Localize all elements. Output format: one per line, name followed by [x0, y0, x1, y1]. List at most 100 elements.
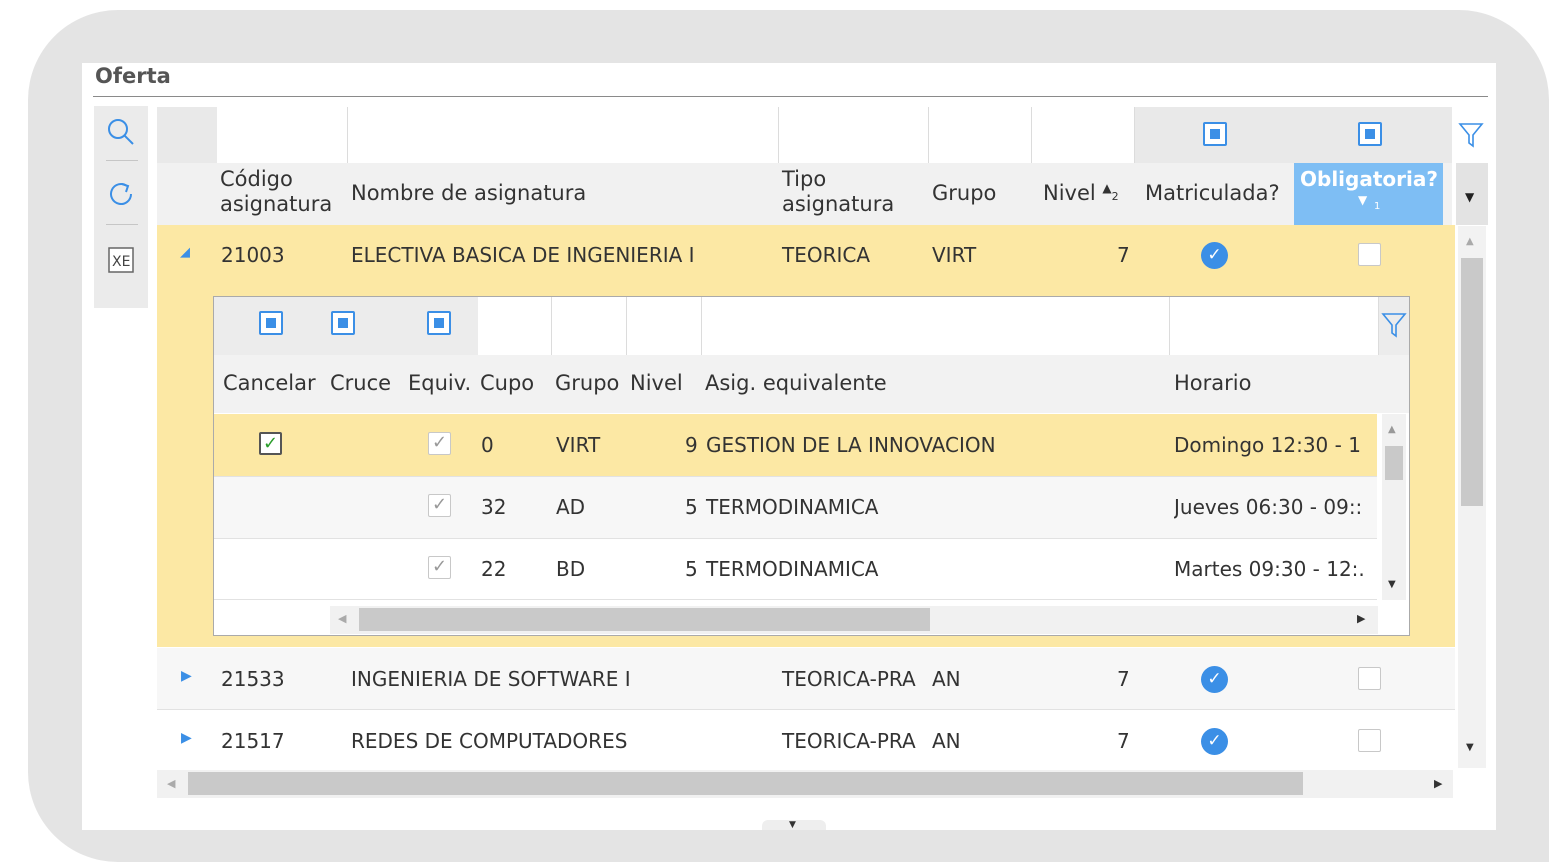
row-divider: [157, 709, 1455, 710]
header-tipo[interactable]: Tipo asignatura: [782, 167, 894, 217]
header-cancelar[interactable]: Cancelar: [223, 371, 316, 396]
cell-nivel: 5: [685, 557, 698, 581]
cell-codigo: 21517: [221, 729, 285, 753]
cell-grupo: AN: [932, 729, 961, 753]
cell-tipo: TEORICA-PRA: [782, 729, 916, 753]
panel-title: Oferta: [95, 64, 171, 88]
cell-asig-equivalente: GESTION DE LA INNOVACION: [706, 433, 996, 457]
row-divider: [214, 538, 1377, 539]
scroll-up-icon[interactable]: ▲: [1388, 424, 1396, 435]
header-nivel-label: Nivel: [1043, 181, 1096, 205]
cell-nombre: INGENIERIA DE SOFTWARE I: [351, 667, 631, 691]
header-nivel[interactable]: Nivel: [630, 371, 683, 396]
search-icon: [105, 116, 137, 148]
header-cupo[interactable]: Cupo: [480, 371, 534, 396]
expand-row-icon[interactable]: ▶: [181, 668, 192, 684]
header-asig-equivalente[interactable]: Asig. equivalente: [705, 371, 887, 396]
chevron-down-icon: ▼: [1465, 190, 1475, 204]
header-grupo[interactable]: Grupo: [932, 181, 996, 206]
filter-grupo-input[interactable]: [552, 297, 627, 355]
filter-grupo-input[interactable]: [929, 107, 1032, 163]
scroll-right-icon[interactable]: ▶: [1357, 612, 1365, 625]
filter-icon[interactable]: [1381, 311, 1407, 343]
column-menu-button[interactable]: ▼: [1456, 163, 1488, 225]
excel-export-button[interactable]: XE: [101, 240, 141, 280]
filter-cruce-checkbox[interactable]: [331, 311, 355, 335]
header-nombre[interactable]: Nombre de asignatura: [351, 181, 586, 206]
filter-cupo-input[interactable]: [478, 297, 552, 355]
filter-nombre-input[interactable]: [348, 107, 779, 163]
cell-grupo: VIRT: [556, 433, 601, 457]
scroll-down-icon[interactable]: ▼: [1388, 579, 1396, 590]
checkmark-circle-icon: ✓: [1201, 666, 1228, 693]
toolbar-divider: [106, 160, 138, 161]
header-obligatoria[interactable]: Obligatoria? ▼ 1: [1294, 163, 1443, 225]
vscroll-thumb[interactable]: [1461, 258, 1483, 506]
scroll-left-icon[interactable]: ◀: [167, 777, 175, 790]
sort-asc-icon: ▲: [1102, 181, 1112, 195]
obligatoria-checkbox[interactable]: [1358, 243, 1381, 266]
cell-nombre: ELECTIVA BASICA DE INGENIERIA I: [351, 243, 695, 267]
cancelar-checkbox-checked[interactable]: ✓: [259, 432, 282, 455]
filter-cancelar-checkbox[interactable]: [259, 311, 283, 335]
header-tipo-line2: asignatura: [782, 192, 895, 216]
filter-tipo-input[interactable]: [779, 107, 929, 163]
cell-tipo: TEORICA-PRA: [782, 667, 916, 691]
header-codigo-line2: asignatura: [220, 192, 333, 216]
equiv-checkbox-checked: ✓: [428, 494, 451, 517]
scroll-right-icon[interactable]: ▶: [1434, 777, 1442, 790]
header-grupo[interactable]: Grupo: [555, 371, 619, 396]
cell-horario: Martes 09:30 - 12:.: [1174, 557, 1365, 581]
cell-cupo: 32: [481, 495, 507, 519]
header-tipo-line1: Tipo: [782, 167, 827, 191]
cell-nivel: 7: [1117, 729, 1130, 753]
equiv-checkbox-checked: ✓: [428, 556, 451, 579]
filter-asig-input[interactable]: [702, 297, 1170, 355]
cell-asig-equivalente: TERMODINAMICA: [706, 495, 879, 519]
hscroll-thumb[interactable]: [188, 772, 1303, 795]
header-cruce[interactable]: Cruce: [330, 371, 391, 396]
cell-nivel: 7: [1117, 243, 1130, 267]
collapse-row-icon[interactable]: ◢: [180, 245, 190, 260]
header-horario[interactable]: Horario: [1174, 371, 1251, 396]
cell-horario: Domingo 12:30 - 1: [1174, 433, 1361, 457]
cell-tipo: TEORICA: [782, 243, 871, 267]
detail-vertical-scrollbar[interactable]: [1382, 414, 1406, 600]
obligatoria-checkbox[interactable]: [1358, 667, 1381, 690]
scroll-left-icon[interactable]: ◀: [338, 612, 346, 625]
svg-text:XE: XE: [112, 254, 130, 270]
filter-nivel-input[interactable]: [627, 297, 702, 355]
checkmark-circle-icon: ✓: [1201, 728, 1228, 755]
cell-nivel: 7: [1117, 667, 1130, 691]
filter-codigo-input[interactable]: [217, 107, 348, 163]
row-divider: [214, 599, 1377, 600]
filter-equiv-checkbox[interactable]: [427, 311, 451, 335]
search-button[interactable]: [101, 112, 141, 152]
header-matriculada[interactable]: Matriculada?: [1145, 181, 1280, 206]
cell-nivel: 5: [685, 495, 698, 519]
filter-nivel-input[interactable]: [1032, 107, 1135, 163]
header-obligatoria-label: Obligatoria?: [1300, 167, 1438, 191]
filter-obligatoria-checkbox[interactable]: [1358, 122, 1382, 146]
checkmark-circle-icon: ✓: [1201, 242, 1228, 269]
expand-row-icon[interactable]: ▶: [181, 730, 192, 746]
cell-codigo: 21533: [221, 667, 285, 691]
title-divider: [93, 96, 1488, 97]
scroll-up-icon[interactable]: ▲: [1466, 236, 1474, 247]
obligatoria-checkbox[interactable]: [1358, 729, 1381, 752]
filter-horario-input[interactable]: [1170, 297, 1379, 355]
cell-asig-equivalente: TERMODINAMICA: [706, 557, 879, 581]
header-codigo[interactable]: Código asignatura: [220, 167, 332, 217]
refresh-button[interactable]: [101, 174, 141, 214]
cell-cupo: 0: [481, 433, 494, 457]
excel-export-icon: XE: [105, 244, 137, 276]
scroll-down-icon[interactable]: ▼: [1466, 742, 1474, 753]
detail-hscroll-thumb[interactable]: [359, 608, 930, 631]
cell-grupo: VIRT: [932, 243, 977, 267]
cell-codigo: 21003: [221, 243, 285, 267]
header-equiv[interactable]: Equiv.: [408, 371, 471, 396]
header-nivel[interactable]: Nivel ▲2: [1043, 181, 1119, 209]
detail-vscroll-thumb[interactable]: [1385, 446, 1403, 480]
filter-matriculada-checkbox[interactable]: [1203, 122, 1227, 146]
filter-icon[interactable]: [1458, 121, 1484, 153]
